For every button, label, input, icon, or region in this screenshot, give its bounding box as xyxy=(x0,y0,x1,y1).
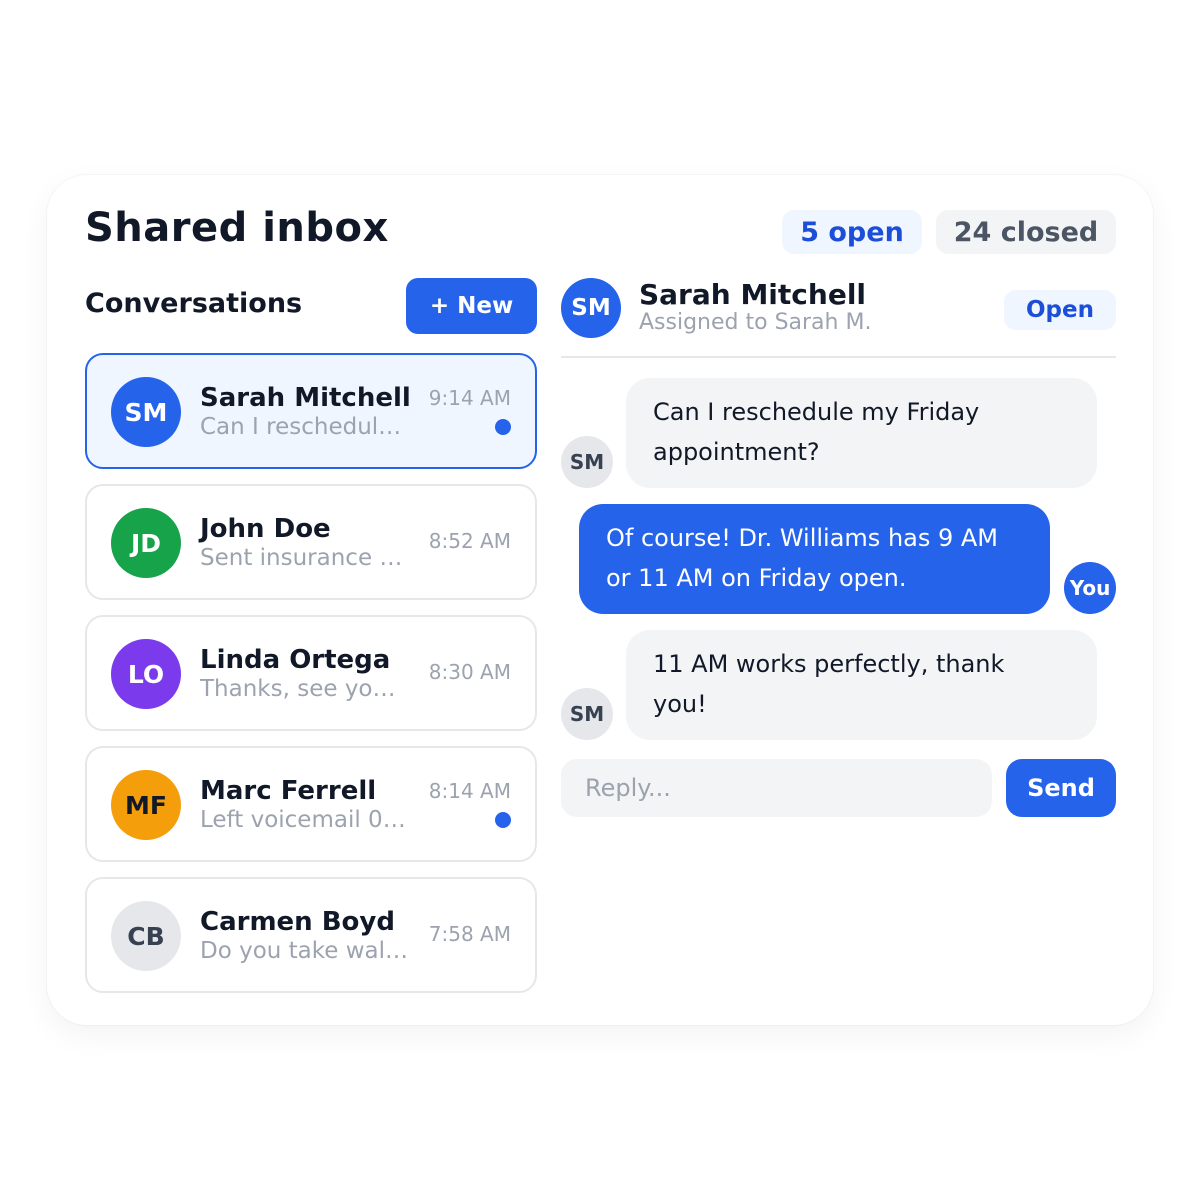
thread-contact-name: Sarah Mitchell xyxy=(639,278,867,311)
message-bubble-outgoing: Of course! Dr. Williams has 9 AM or 11 A… xyxy=(579,504,1050,614)
avatar: JD xyxy=(111,508,181,578)
thread-header: SM Sarah Mitchell Assigned to Sarah M. O… xyxy=(561,278,1116,358)
send-button[interactable]: Send xyxy=(1006,759,1116,817)
conversation-preview: Thanks, see you soon! xyxy=(200,676,410,702)
conversation-preview: Left voicemail 0:42 xyxy=(200,807,410,833)
unread-dot-icon xyxy=(495,812,511,828)
new-conversation-button[interactable]: + New xyxy=(406,278,537,334)
conversation-time: 8:52 AM xyxy=(428,529,511,553)
conversation-preview: Can I reschedule my Friday appointment? xyxy=(200,414,410,440)
conversation-item[interactable]: SM Sarah Mitchell Can I reschedule my Fr… xyxy=(85,353,537,469)
avatar: MF xyxy=(111,770,181,840)
message-line: you! xyxy=(653,690,707,718)
message-line: 11 AM works perfectly, thank xyxy=(653,650,1005,678)
thread-assignee: Assigned to Sarah M. xyxy=(639,310,872,335)
conversation-name: John Doe xyxy=(200,514,331,544)
conversations-heading: Conversations xyxy=(85,288,303,319)
message-line: appointment? xyxy=(653,438,820,466)
message-bubble-incoming: 11 AM works perfectly, thank you! xyxy=(626,630,1097,740)
page-title: Shared inbox xyxy=(85,205,389,251)
message-bubble-incoming: Can I reschedule my Friday appointment? xyxy=(626,378,1097,488)
unread-dot-icon xyxy=(495,419,511,435)
thread-status-badge[interactable]: Open xyxy=(1004,290,1116,330)
conversation-time: 9:14 AM xyxy=(428,386,511,410)
closed-count-badge[interactable]: 24 closed xyxy=(936,210,1116,254)
conversation-item[interactable]: MF Marc Ferrell Left voicemail 0:42 8:14… xyxy=(85,746,537,862)
conversation-item[interactable]: JD John Doe Sent insurance card photo 8:… xyxy=(85,484,537,600)
message-avatar: SM xyxy=(561,688,613,740)
conversation-item[interactable]: CB Carmen Boyd Do you take walk-ins? 7:5… xyxy=(85,877,537,993)
message-line: Of course! Dr. Williams has 9 AM xyxy=(606,524,999,552)
message-avatar: SM xyxy=(561,436,613,488)
thread-avatar: SM xyxy=(561,278,621,338)
reply-input[interactable] xyxy=(561,759,992,817)
avatar: CB xyxy=(111,901,181,971)
conversation-time: 8:30 AM xyxy=(428,660,511,684)
message-line: or 11 AM on Friday open. xyxy=(606,564,907,592)
conversation-time: 8:14 AM xyxy=(428,779,511,803)
avatar: SM xyxy=(111,377,181,447)
conversation-name: Marc Ferrell xyxy=(200,776,377,806)
open-count-badge[interactable]: 5 open xyxy=(782,210,922,254)
message-line: Can I reschedule my Friday xyxy=(653,398,980,426)
avatar: LO xyxy=(111,639,181,709)
conversation-preview: Do you take walk-ins? xyxy=(200,938,410,964)
conversation-time: 7:58 AM xyxy=(428,922,511,946)
conversation-list: SM Sarah Mitchell Can I reschedule my Fr… xyxy=(85,353,537,1008)
conversation-name: Carmen Boyd xyxy=(200,907,395,937)
conversation-name: Sarah Mitchell xyxy=(200,383,411,413)
conversation-preview: Sent insurance card photo xyxy=(200,545,410,571)
conversation-item[interactable]: LO Linda Ortega Thanks, see you soon! 8:… xyxy=(85,615,537,731)
conversation-name: Linda Ortega xyxy=(200,645,391,675)
message-avatar: You xyxy=(1064,562,1116,614)
